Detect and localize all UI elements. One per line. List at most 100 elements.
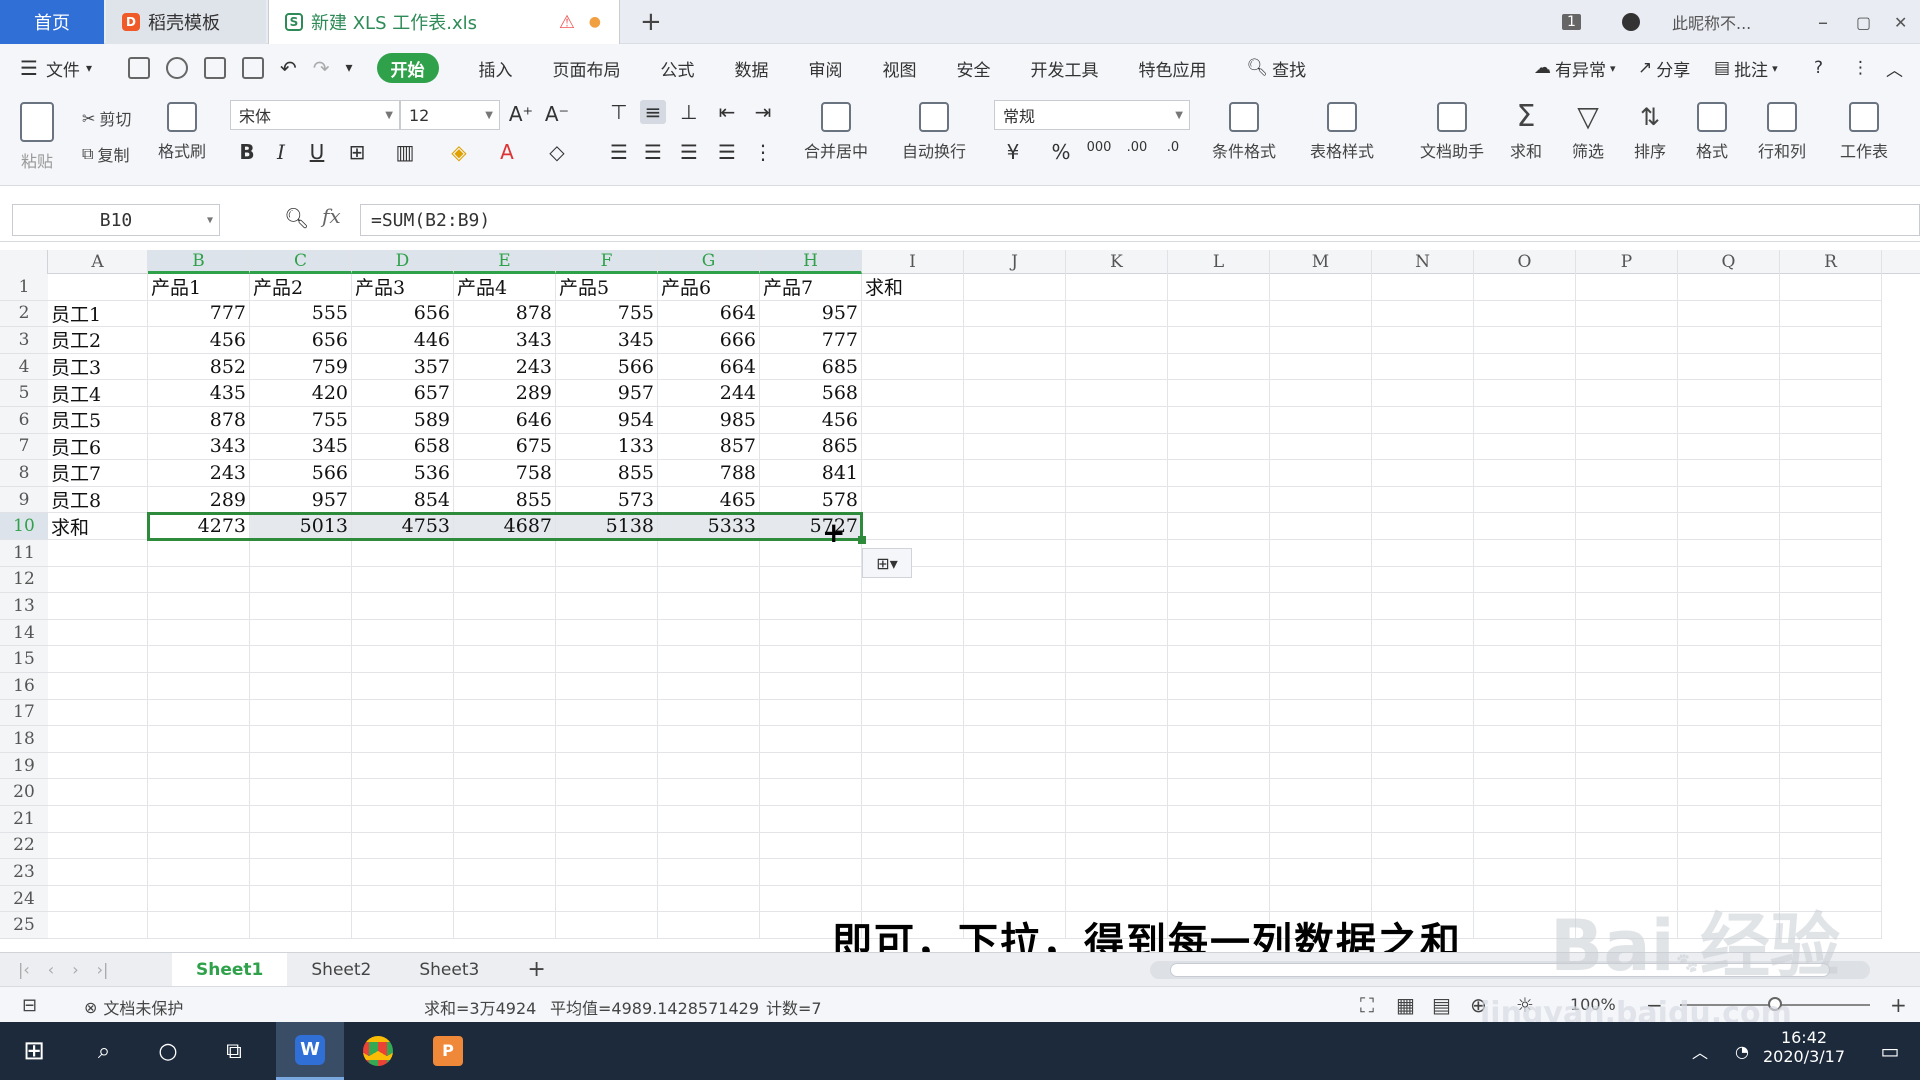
cell-b23[interactable] — [148, 859, 250, 886]
column-header-a[interactable]: A — [48, 250, 148, 274]
cell-g18[interactable] — [658, 726, 760, 753]
column-header-f[interactable]: F — [556, 250, 658, 274]
column-header-k[interactable]: K — [1066, 250, 1168, 274]
row-header-10[interactable]: 10 — [0, 513, 48, 540]
print-preview-icon[interactable] — [241, 57, 264, 79]
cell-b9[interactable]: 289 — [148, 486, 250, 514]
sheet-tab-3[interactable]: Sheet3 — [395, 953, 503, 987]
cell-c8[interactable]: 566 — [250, 460, 352, 487]
cell-p14[interactable] — [1576, 619, 1678, 647]
cell-e4[interactable]: 243 — [454, 353, 556, 381]
cell-f9[interactable]: 573 — [556, 486, 658, 514]
menu-share[interactable]: ↗ 分享 — [1638, 44, 1690, 92]
align-bottom-icon[interactable]: ⊥ — [676, 100, 702, 124]
cell-n13[interactable] — [1372, 593, 1474, 620]
cell-r12[interactable] — [1780, 566, 1882, 594]
row-header-15[interactable]: 15 — [0, 646, 48, 673]
cell-l19[interactable] — [1168, 752, 1270, 780]
protection-status[interactable]: ⊗ 文档未保护 — [84, 995, 183, 1019]
cell-l22[interactable] — [1168, 832, 1270, 860]
cell-l12[interactable] — [1168, 566, 1270, 594]
cell-i1[interactable]: 求和 — [862, 274, 964, 301]
cell-h1[interactable]: 产品7 — [760, 274, 862, 301]
cell-f7[interactable]: 133 — [556, 433, 658, 461]
cell-m13[interactable] — [1270, 593, 1372, 620]
cell-r17[interactable] — [1780, 699, 1882, 727]
first-sheet-icon[interactable]: |‹ — [18, 960, 30, 979]
cell-j1[interactable] — [964, 274, 1066, 301]
warning-icon[interactable]: ⚠ — [559, 12, 575, 33]
close-button[interactable]: ✕ — [1894, 0, 1907, 44]
cell-g7[interactable]: 857 — [658, 433, 760, 461]
cell-b3[interactable]: 456 — [148, 327, 250, 354]
cell-f20[interactable] — [556, 779, 658, 806]
cell-q20[interactable] — [1678, 779, 1780, 806]
format-painter-button[interactable]: 格式刷 — [158, 102, 206, 162]
cell-a3[interactable]: 员工2 — [48, 327, 148, 354]
cell-j21[interactable] — [964, 806, 1066, 833]
cell-o3[interactable] — [1474, 327, 1576, 354]
cell-c3[interactable]: 656 — [250, 327, 352, 354]
cell-q15[interactable] — [1678, 646, 1780, 673]
cell-i22[interactable] — [862, 832, 964, 860]
filter-button[interactable]: ▽ 筛选 — [1572, 102, 1604, 162]
cell-k3[interactable] — [1066, 327, 1168, 354]
cell-c1[interactable]: 产品2 — [250, 274, 352, 301]
cell-f19[interactable] — [556, 752, 658, 780]
cell-c13[interactable] — [250, 593, 352, 620]
cell-j23[interactable] — [964, 859, 1066, 886]
cell-h20[interactable] — [760, 779, 862, 806]
cell-i8[interactable] — [862, 460, 964, 487]
cell-i23[interactable] — [862, 859, 964, 886]
row-header-1[interactable]: 1 — [0, 274, 48, 301]
cell-d11[interactable] — [352, 540, 454, 567]
cell-h15[interactable] — [760, 646, 862, 673]
cell-e15[interactable] — [454, 646, 556, 673]
sort-button[interactable]: ⇅ 排序 — [1634, 102, 1666, 162]
cell-j2[interactable] — [964, 300, 1066, 328]
cell-r11[interactable] — [1780, 540, 1882, 567]
cell-c9[interactable]: 957 — [250, 486, 352, 514]
cell-p20[interactable] — [1576, 779, 1678, 806]
worksheet-button[interactable]: 工作表 — [1840, 102, 1888, 162]
increase-decimal-icon[interactable]: .00 — [1124, 140, 1150, 155]
cell-style-icon[interactable]: ▥ — [392, 140, 418, 164]
row-header-13[interactable]: 13 — [0, 593, 48, 620]
cell-l6[interactable] — [1168, 407, 1270, 434]
cell-g21[interactable] — [658, 806, 760, 833]
cell-q16[interactable] — [1678, 673, 1780, 700]
cell-a10[interactable]: 求和 — [48, 513, 148, 540]
cell-f4[interactable]: 566 — [556, 353, 658, 381]
cell-n2[interactable] — [1372, 300, 1474, 328]
cell-k14[interactable] — [1066, 619, 1168, 647]
cell-q19[interactable] — [1678, 752, 1780, 780]
bold-button[interactable]: B — [234, 140, 260, 164]
cell-d9[interactable]: 854 — [352, 486, 454, 514]
cell-e9[interactable]: 855 — [454, 486, 556, 514]
sheet-view-icon[interactable]: ⊟ — [22, 995, 37, 1016]
cell-g10[interactable]: 5333 — [658, 513, 760, 540]
restore-button[interactable]: ▢ — [1856, 0, 1871, 44]
sheet-tab-1[interactable]: Sheet1 — [172, 952, 288, 987]
row-header-16[interactable]: 16 — [0, 673, 48, 700]
row-header-5[interactable]: 5 — [0, 380, 48, 407]
cell-c22[interactable] — [250, 832, 352, 860]
cell-b16[interactable] — [148, 673, 250, 700]
taskbar-ppt-app[interactable]: P — [420, 1022, 476, 1080]
column-header-p[interactable]: P — [1576, 250, 1678, 274]
cell-m3[interactable] — [1270, 327, 1372, 354]
cell-a7[interactable]: 员工6 — [48, 433, 148, 461]
cell-q22[interactable] — [1678, 832, 1780, 860]
cell-a13[interactable] — [48, 593, 148, 620]
cell-g16[interactable] — [658, 673, 760, 700]
cell-c12[interactable] — [250, 566, 352, 594]
cell-h9[interactable]: 578 — [760, 486, 862, 514]
cell-a22[interactable] — [48, 832, 148, 860]
cell-m6[interactable] — [1270, 407, 1372, 434]
cell-f17[interactable] — [556, 699, 658, 727]
cell-l3[interactable] — [1168, 327, 1270, 354]
cell-p6[interactable] — [1576, 407, 1678, 434]
cell-m15[interactable] — [1270, 646, 1372, 673]
cell-b6[interactable]: 878 — [148, 407, 250, 434]
cell-i21[interactable] — [862, 806, 964, 833]
